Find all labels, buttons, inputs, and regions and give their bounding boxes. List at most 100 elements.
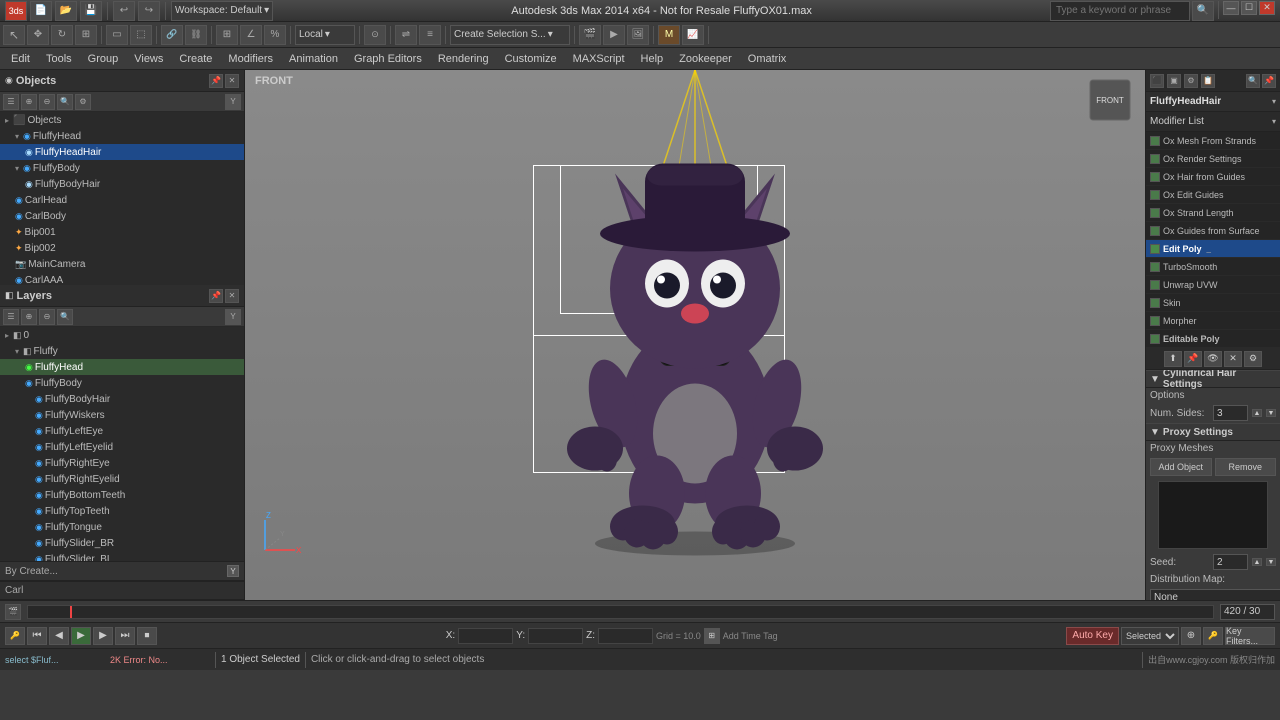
mod-item-edit-poly[interactable]: Edit Poly _: [1146, 240, 1280, 258]
mod-check-morpher[interactable]: [1150, 316, 1160, 326]
layer-filter[interactable]: Y: [225, 309, 241, 325]
layer-tree-fluffyrighteye[interactable]: ◉ FluffyRightEye: [0, 455, 244, 471]
remove-button[interactable]: Remove: [1215, 458, 1277, 476]
redo-button[interactable]: ↪: [138, 1, 160, 21]
menu-help[interactable]: Help: [633, 48, 672, 70]
layers-panel-close[interactable]: ✕: [225, 289, 239, 303]
render-frame-btn[interactable]: 🖼: [627, 25, 649, 45]
obj-tree-carlhead[interactable]: ◉ CarlHead: [0, 192, 244, 208]
rpanel-pin[interactable]: 📌: [1262, 74, 1276, 88]
mod-check-ox-strand[interactable]: [1150, 208, 1160, 218]
mod-check-editable-poly[interactable]: [1150, 334, 1160, 344]
prev-frame-btn[interactable]: ◀: [49, 627, 69, 645]
select-region[interactable]: ▭: [106, 25, 128, 45]
layer-tool-2[interactable]: ⊕: [21, 309, 37, 325]
mod-item-ox-edit[interactable]: Ox Edit Guides: [1146, 186, 1280, 204]
select-tool[interactable]: ↖: [3, 25, 25, 45]
mod-tool-configure[interactable]: ⚙: [1244, 351, 1262, 367]
auto-key-button[interactable]: Auto Key: [1066, 627, 1119, 645]
link-tool[interactable]: 🔗: [161, 25, 183, 45]
menu-omatrix[interactable]: Omatrix: [740, 48, 795, 70]
rpanel-icon-3[interactable]: ⚙: [1184, 74, 1198, 88]
menu-tools[interactable]: Tools: [38, 48, 80, 70]
objects-panel-pin[interactable]: 📌: [209, 74, 223, 88]
mod-item-ox-strand[interactable]: Ox Strand Length: [1146, 204, 1280, 222]
obj-tree-carlbody[interactable]: ◉ CarlBody: [0, 208, 244, 224]
menu-customize[interactable]: Customize: [497, 48, 565, 70]
rpanel-icon-2[interactable]: ▣: [1167, 74, 1181, 88]
menu-maxscript[interactable]: MAXScript: [565, 48, 633, 70]
z-input[interactable]: [598, 628, 653, 644]
obj-tool-5[interactable]: ⚙: [75, 94, 91, 110]
mod-check-ox-hair[interactable]: [1150, 172, 1160, 182]
pivot-btn[interactable]: ⊙: [364, 25, 386, 45]
seed-spin-up[interactable]: ▲: [1252, 558, 1262, 566]
obj-tree-fluffybody[interactable]: ▾ ◉ FluffyBody: [0, 160, 244, 176]
layer-tree-fluffytongue[interactable]: ◉ FluffyTongue: [0, 519, 244, 535]
mod-tool-pin[interactable]: 📌: [1184, 351, 1202, 367]
stop-btn[interactable]: ⏹: [137, 627, 157, 645]
layer-tool-4[interactable]: 🔍: [57, 309, 73, 325]
render-setup-btn[interactable]: 🎬: [579, 25, 601, 45]
mod-check-ox-render[interactable]: [1150, 154, 1160, 164]
layer-tree-0[interactable]: ▸ ◧ 0: [0, 327, 244, 343]
close-button[interactable]: ✕: [1259, 1, 1275, 15]
frame-number-input[interactable]: [1220, 604, 1275, 620]
mod-tool-delete[interactable]: ✕: [1224, 351, 1242, 367]
key-mode-btn[interactable]: 🔑: [1203, 627, 1223, 645]
obj-tree-root[interactable]: ▸ ⬛ Objects: [0, 112, 244, 128]
next-frame-btn[interactable]: ▶: [93, 627, 113, 645]
layer-tree-fluffyrighteyelid[interactable]: ◉ FluffyRightEyelid: [0, 471, 244, 487]
workspace-dropdown[interactable]: Workspace: Default ▾: [171, 1, 273, 21]
num-sides-spin-up[interactable]: ▲: [1252, 409, 1262, 417]
keyframe-add-btn[interactable]: ⊕: [1181, 627, 1201, 645]
mod-item-unwrap[interactable]: Unwrap UVW: [1146, 276, 1280, 294]
menu-rendering[interactable]: Rendering: [430, 48, 497, 70]
obj-tool-4[interactable]: 🔍: [57, 94, 73, 110]
layer-tree-fluffytopteeth[interactable]: ◉ FluffyTopTeeth: [0, 503, 244, 519]
obj-tool-1[interactable]: ☰: [3, 94, 19, 110]
mod-item-ox-hair[interactable]: Ox Hair from Guides: [1146, 168, 1280, 186]
mod-check-ox-guides[interactable]: [1150, 226, 1160, 236]
layer-tool-3[interactable]: ⊖: [39, 309, 55, 325]
save-button[interactable]: 💾: [80, 1, 102, 21]
timeline-track[interactable]: [27, 605, 1214, 619]
obj-tree-maincam[interactable]: 📷 MainCamera: [0, 256, 244, 272]
unlink-tool[interactable]: ⛓: [185, 25, 207, 45]
mod-check-ox-edit[interactable]: [1150, 190, 1160, 200]
layer-tree-fluffylefteyelid[interactable]: ◉ FluffyLeftEyelid: [0, 439, 244, 455]
mod-check-unwrap[interactable]: [1150, 280, 1160, 290]
layer-tool-1[interactable]: ☰: [3, 309, 19, 325]
render-btn[interactable]: ▶: [603, 25, 625, 45]
rpanel-icon-1[interactable]: ⬛: [1150, 74, 1164, 88]
reference-coord-dropdown[interactable]: Local ▾: [295, 25, 355, 45]
create-selection-dropdown[interactable]: Create Selection S... ▾: [450, 25, 570, 45]
mirror-btn[interactable]: ⇌: [395, 25, 417, 45]
dist-map-input[interactable]: [1150, 589, 1280, 600]
next-key-btn[interactable]: ⏭: [115, 627, 135, 645]
num-sides-input[interactable]: [1213, 405, 1248, 421]
mod-check-turbosmooth[interactable]: [1150, 262, 1160, 272]
layer-tree-fluffybottomteeth[interactable]: ◉ FluffyBottomTeeth: [0, 487, 244, 503]
proxy-settings-section[interactable]: ▼ Proxy Settings: [1146, 423, 1280, 441]
select-window[interactable]: ⬚: [130, 25, 152, 45]
seed-spin-dn[interactable]: ▼: [1266, 558, 1276, 566]
obj-tree-bip002[interactable]: ✦ Bip002: [0, 240, 244, 256]
by-create-filter[interactable]: Y: [227, 565, 239, 577]
mod-item-ox-mesh[interactable]: Ox Mesh From Strands: [1146, 132, 1280, 150]
objects-panel-close[interactable]: ✕: [225, 74, 239, 88]
layer-tree-fluffysliderbl[interactable]: ◉ FluffySlider_BL: [0, 551, 244, 561]
key-filters-btn[interactable]: Key Filters...: [1225, 627, 1275, 645]
new-button[interactable]: 📄: [30, 1, 52, 21]
obj-tree-carlaaa[interactable]: ◉ CarlAAA: [0, 272, 244, 285]
minimize-button[interactable]: —: [1223, 1, 1239, 15]
play-btn[interactable]: ▶: [71, 627, 91, 645]
layer-tree-fluffyhead[interactable]: ◉ FluffyHead: [0, 359, 244, 375]
search-button[interactable]: 🔍: [1192, 1, 1214, 21]
obj-tool-filter[interactable]: Y: [225, 94, 241, 110]
mod-tool-move-up[interactable]: ⬆: [1164, 351, 1182, 367]
num-sides-spin-dn[interactable]: ▼: [1266, 409, 1276, 417]
layer-tree-fluffy[interactable]: ▾ ◧ Fluffy: [0, 343, 244, 359]
mod-item-ox-render[interactable]: Ox Render Settings: [1146, 150, 1280, 168]
mod-check-skin[interactable]: [1150, 298, 1160, 308]
